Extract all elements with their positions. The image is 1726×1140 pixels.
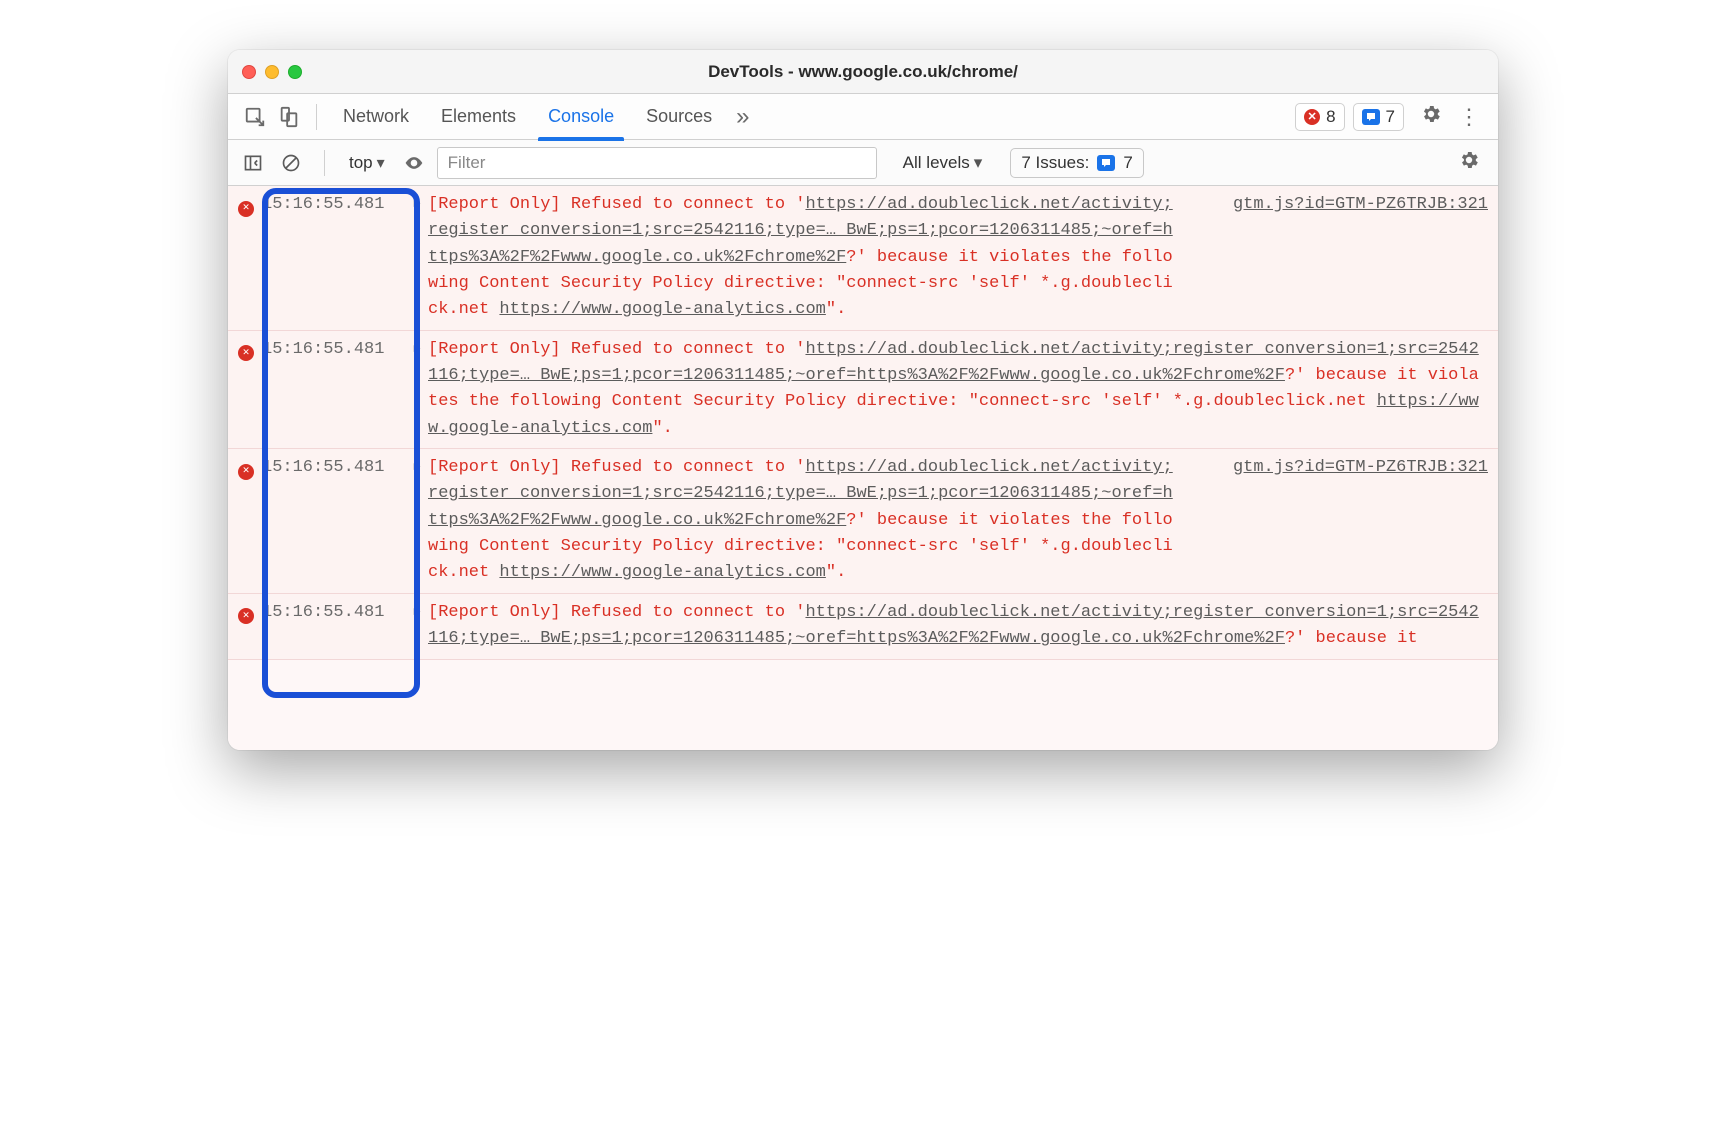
device-toolbar-icon[interactable] bbox=[272, 100, 306, 134]
console-message[interactable]: ✕15:16:55.481▸[Report Only] Refused to c… bbox=[228, 186, 1498, 331]
message-body: [Report Only] Refused to connect to ' htt… bbox=[428, 192, 1178, 324]
clear-console-icon[interactable] bbox=[276, 148, 306, 178]
message-source-link[interactable]: gtm.js?id=GTM-PZ6TRJB:321 bbox=[1178, 192, 1488, 218]
error-icon: ✕ bbox=[238, 600, 262, 628]
window-title: DevTools - www.google.co.uk/chrome/ bbox=[228, 62, 1498, 82]
expand-icon[interactable]: ▸ bbox=[412, 455, 428, 481]
expand-icon[interactable]: ▸ bbox=[412, 600, 428, 626]
errors-badge[interactable]: ✕ 8 bbox=[1295, 103, 1344, 131]
context-selector[interactable]: top bbox=[343, 153, 391, 173]
divider bbox=[316, 104, 317, 130]
more-tabs-button[interactable]: » bbox=[728, 103, 757, 131]
message-text: ?' because it bbox=[1285, 629, 1428, 648]
console-messages: ✕15:16:55.481▸[Report Only] Refused to c… bbox=[228, 186, 1498, 750]
message-timestamp: 15:16:55.481 bbox=[262, 455, 412, 481]
issue-icon bbox=[1097, 155, 1115, 171]
console-filter-input[interactable] bbox=[437, 147, 877, 179]
message-timestamp: 15:16:55.481 bbox=[262, 600, 412, 626]
message-text: ". bbox=[826, 563, 846, 582]
underlined-url[interactable]: https://www.google-analytics.com bbox=[499, 563, 825, 582]
tab-elements[interactable]: Elements bbox=[425, 94, 532, 140]
issue-icon bbox=[1362, 109, 1380, 125]
message-body: [Report Only] Refused to connect to 'htt… bbox=[428, 600, 1488, 653]
live-expression-icon[interactable] bbox=[399, 148, 429, 178]
titlebar: DevTools - www.google.co.uk/chrome/ bbox=[228, 50, 1498, 94]
message-body: [Report Only] Refused to connect to ' htt… bbox=[428, 455, 1178, 587]
more-options-icon[interactable]: ⋮ bbox=[1450, 104, 1488, 130]
expand-icon[interactable]: ▸ bbox=[412, 337, 428, 363]
console-message[interactable]: ✕15:16:55.481▸[Report Only] Refused to c… bbox=[228, 449, 1498, 594]
message-timestamp: 15:16:55.481 bbox=[262, 337, 412, 363]
issues-button[interactable]: 7 Issues: 7 bbox=[1010, 148, 1144, 178]
inspect-element-icon[interactable] bbox=[238, 100, 272, 134]
message-text: ". bbox=[652, 419, 672, 438]
console-message[interactable]: ✕15:16:55.481▸[Report Only] Refused to c… bbox=[228, 331, 1498, 449]
issues-button-label: 7 Issues: bbox=[1021, 153, 1089, 173]
message-text: [Report Only] Refused to connect to ' bbox=[428, 458, 805, 477]
console-toolbar: top All levels 7 Issues: 7 bbox=[228, 140, 1498, 186]
issues-count: 7 bbox=[1386, 107, 1395, 127]
errors-count: 8 bbox=[1326, 107, 1335, 127]
message-body: [Report Only] Refused to connect to 'htt… bbox=[428, 337, 1488, 442]
panel-tabbar: NetworkElementsConsoleSources » ✕ 8 7 ⋮ bbox=[228, 94, 1498, 140]
message-timestamp: 15:16:55.481 bbox=[262, 192, 412, 218]
issues-badge[interactable]: 7 bbox=[1353, 103, 1404, 131]
divider bbox=[324, 150, 325, 176]
log-levels-value: All levels bbox=[903, 153, 970, 173]
log-levels-selector[interactable]: All levels bbox=[897, 153, 989, 173]
issues-button-count: 7 bbox=[1123, 153, 1132, 173]
show-sidebar-icon[interactable] bbox=[238, 148, 268, 178]
error-icon: ✕ bbox=[1304, 109, 1320, 125]
error-icon: ✕ bbox=[238, 192, 262, 220]
console-message[interactable]: ✕15:16:55.481▸[Report Only] Refused to c… bbox=[228, 594, 1498, 660]
error-icon: ✕ bbox=[238, 455, 262, 483]
message-text: [Report Only] Refused to connect to ' bbox=[428, 340, 805, 359]
message-text: ". bbox=[826, 300, 846, 319]
error-icon: ✕ bbox=[238, 337, 262, 365]
message-text: [Report Only] Refused to connect to ' bbox=[428, 603, 805, 622]
context-selector-value: top bbox=[349, 153, 373, 173]
devtools-window: DevTools - www.google.co.uk/chrome/ Netw… bbox=[228, 50, 1498, 750]
tab-network[interactable]: Network bbox=[327, 94, 425, 140]
settings-icon[interactable] bbox=[1412, 103, 1450, 130]
expand-icon[interactable]: ▸ bbox=[412, 192, 428, 218]
tab-console[interactable]: Console bbox=[532, 94, 630, 140]
underlined-url[interactable]: https://www.google-analytics.com bbox=[499, 300, 825, 319]
tab-sources[interactable]: Sources bbox=[630, 94, 728, 140]
console-settings-icon[interactable] bbox=[1450, 149, 1488, 176]
message-text: [Report Only] Refused to connect to ' bbox=[428, 195, 805, 214]
message-source-link[interactable]: gtm.js?id=GTM-PZ6TRJB:321 bbox=[1178, 455, 1488, 481]
